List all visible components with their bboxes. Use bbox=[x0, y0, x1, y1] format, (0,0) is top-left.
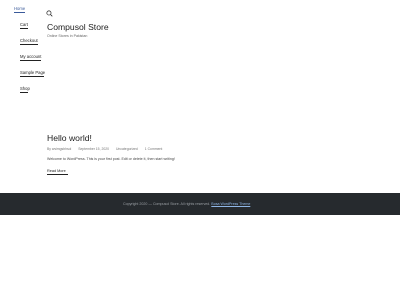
read-more-label: Read More bbox=[47, 169, 66, 173]
read-more-underline bbox=[47, 173, 68, 175]
nav-item-cart[interactable]: Cart bbox=[20, 22, 28, 29]
post-author[interactable]: By wsimgsbhsol bbox=[47, 147, 71, 151]
read-more-link[interactable]: Read More bbox=[47, 169, 68, 175]
nav-home-active-indicator bbox=[14, 12, 25, 13]
site-tagline: Online Stores in Pakistan bbox=[47, 34, 88, 38]
nav-item-home[interactable]: Home bbox=[14, 6, 25, 11]
nav-item-my-account[interactable]: My account bbox=[20, 54, 42, 61]
nav-item-checkout[interactable]: Checkout bbox=[20, 38, 38, 45]
nav-item-shop[interactable]: Shop bbox=[20, 86, 30, 93]
nav-item-label: Shop bbox=[20, 86, 30, 91]
site-footer: Copyright 2020 — Compusol Store. All rig… bbox=[0, 193, 400, 215]
nav-underline bbox=[20, 75, 44, 77]
footer-copyright: Copyright 2020 — Compusol Store. All rig… bbox=[123, 202, 250, 206]
copyright-text: Copyright 2020 — Compusol Store. All rig… bbox=[123, 202, 211, 206]
post-title[interactable]: Hello world! bbox=[47, 133, 92, 143]
post-meta: By wsimgsbhsol September 15, 2020 Uncate… bbox=[47, 147, 168, 151]
post-excerpt: Welcome to WordPress. This is your first… bbox=[47, 157, 175, 161]
nav-underline bbox=[20, 59, 41, 61]
post-comments[interactable]: 1 Comment bbox=[145, 147, 163, 151]
nav-underline bbox=[20, 91, 28, 93]
site-title[interactable]: Compusol Store bbox=[47, 22, 109, 32]
theme-link[interactable]: Bosa WordPress Theme bbox=[211, 202, 250, 206]
nav-item-label: Cart bbox=[20, 22, 28, 27]
search-icon bbox=[46, 10, 53, 17]
search-button[interactable] bbox=[46, 4, 53, 17]
nav-item-label: Checkout bbox=[20, 38, 38, 43]
nav-item-label: My account bbox=[20, 54, 42, 59]
nav-item-sample-page[interactable]: Sample Page bbox=[20, 70, 46, 77]
nav-underline bbox=[20, 43, 38, 45]
nav-underline bbox=[20, 27, 28, 29]
nav-item-label: Sample Page bbox=[20, 70, 46, 75]
post-category[interactable]: Uncategorized bbox=[116, 147, 138, 151]
post-date[interactable]: September 15, 2020 bbox=[78, 147, 109, 151]
